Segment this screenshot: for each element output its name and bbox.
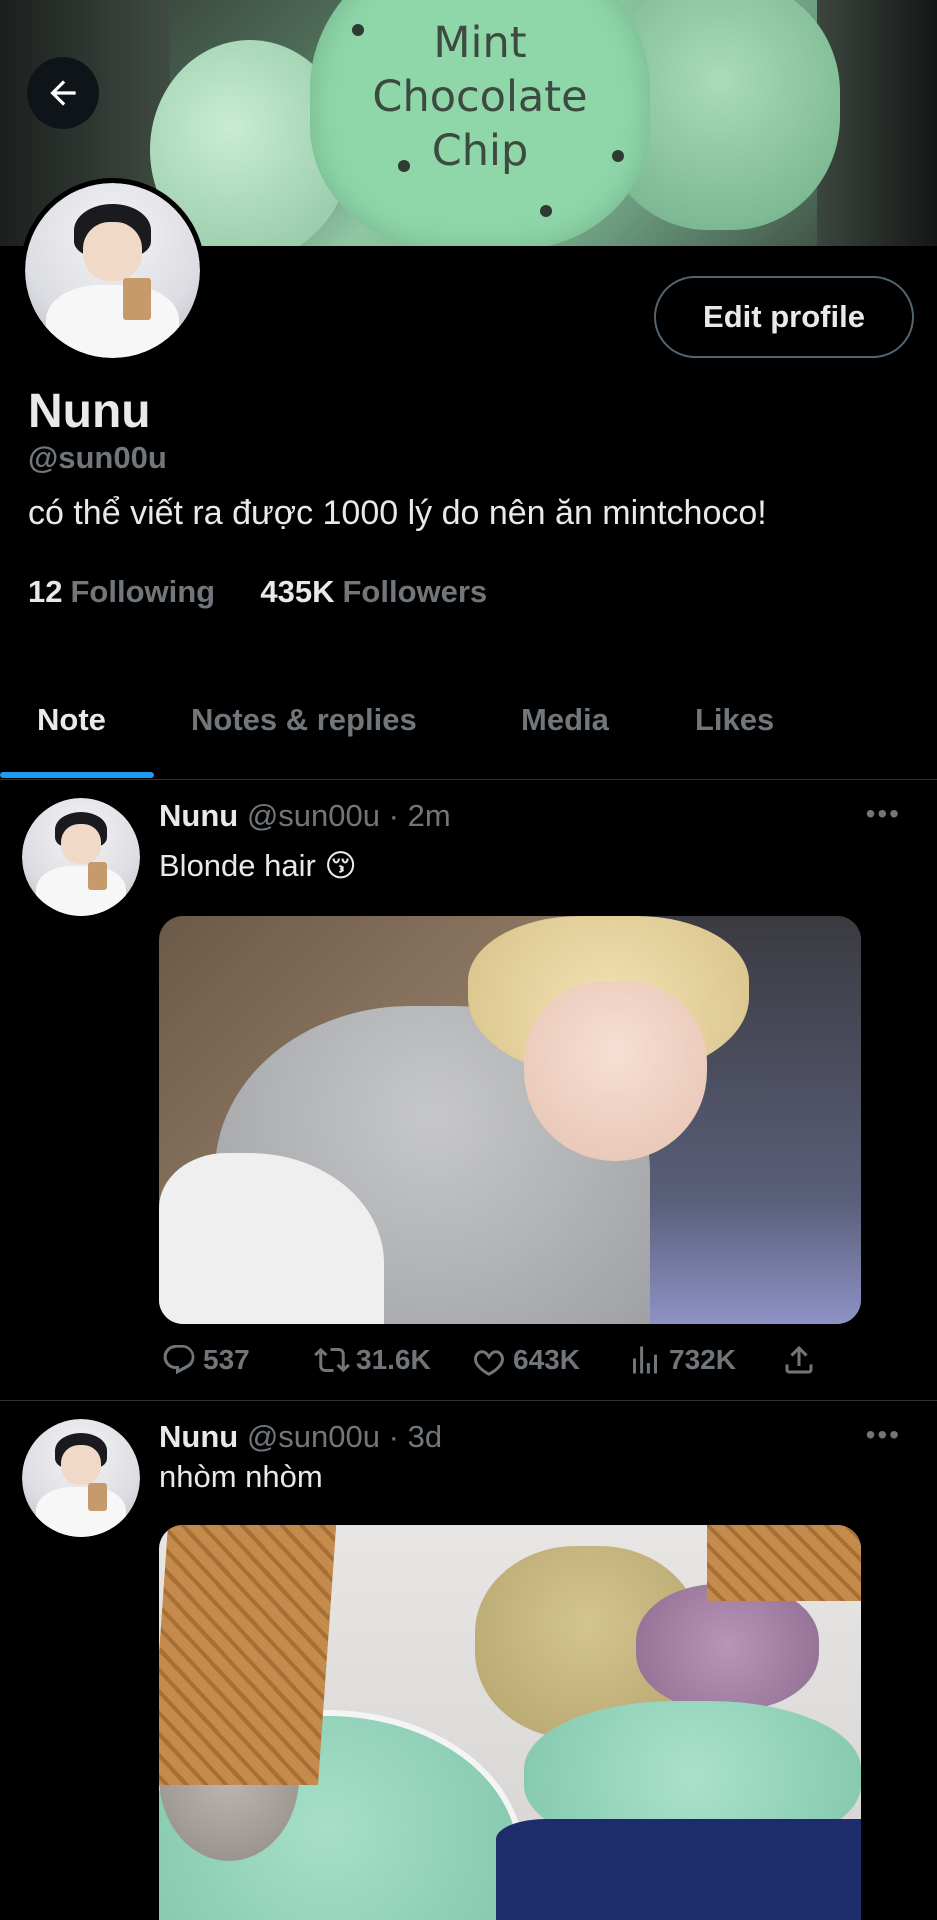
- reply-count: 537: [203, 1344, 250, 1375]
- profile-tabs: Note Notes & replies Media Likes: [0, 680, 937, 780]
- profile-handle: @sun00u: [28, 440, 167, 475]
- post-separator: ·: [388, 1419, 399, 1454]
- post-timestamp[interactable]: 2m: [408, 798, 451, 833]
- sign-line-3: Chip: [431, 126, 529, 176]
- post-author-name[interactable]: Nunu: [159, 1419, 238, 1454]
- banner-dot: [398, 160, 410, 172]
- post-header: Nunu @sun00u · 2m: [159, 798, 451, 834]
- post-image[interactable]: [159, 1525, 861, 1920]
- tab-likes[interactable]: Likes: [695, 702, 774, 738]
- profile-bio: có thể viết ra được 1000 lý do nên ăn mi…: [28, 494, 767, 532]
- repost-count: 31.6K: [356, 1344, 431, 1375]
- following-link[interactable]: 12 Following: [28, 574, 224, 609]
- arrow-left-icon: [50, 80, 76, 106]
- banner-dot: [540, 205, 552, 217]
- repost-icon: [314, 1347, 350, 1373]
- more-options-icon[interactable]: •••: [866, 1419, 901, 1451]
- tab-note[interactable]: Note: [37, 702, 106, 738]
- post-item[interactable]: Nunu @sun00u · 3d ••• nhòm nhòm: [0, 1401, 937, 1920]
- post-separator: ·: [388, 798, 399, 833]
- following-count: 12: [28, 574, 63, 609]
- reply-button[interactable]: 537: [161, 1342, 250, 1378]
- banner-dot: [612, 150, 624, 162]
- post-text: nhòm nhòm: [159, 1459, 323, 1494]
- post-header: Nunu @sun00u · 3d: [159, 1419, 442, 1455]
- views-icon: [633, 1346, 657, 1374]
- profile-name: Nunu: [28, 385, 151, 438]
- followers-count: 435K: [260, 574, 335, 609]
- like-button[interactable]: 643K: [471, 1342, 580, 1378]
- post-avatar[interactable]: [22, 1419, 140, 1537]
- views-count: 732K: [669, 1344, 736, 1375]
- post-author-name[interactable]: Nunu: [159, 798, 238, 833]
- banner-sign-text: Mint Chocolate Chip: [310, 16, 650, 178]
- edit-profile-button[interactable]: Edit profile: [654, 276, 914, 358]
- post-image[interactable]: [159, 916, 861, 1324]
- banner-dot: [352, 24, 364, 36]
- post-author-handle[interactable]: @sun00u: [247, 798, 380, 833]
- tab-notes-replies[interactable]: Notes & replies: [191, 702, 417, 738]
- followers-link[interactable]: 435K Followers: [260, 574, 487, 609]
- repost-button[interactable]: 31.6K: [314, 1342, 431, 1378]
- post-author-handle[interactable]: @sun00u: [247, 1419, 380, 1454]
- profile-avatar[interactable]: [20, 178, 205, 363]
- post-avatar[interactable]: [22, 798, 140, 916]
- more-options-icon[interactable]: •••: [866, 798, 901, 830]
- heart-icon: [474, 1350, 504, 1376]
- reply-icon: [163, 1345, 195, 1375]
- like-count: 643K: [513, 1344, 580, 1375]
- post-item[interactable]: Nunu @sun00u · 2m ••• Blonde hair 😚 537 …: [0, 780, 937, 1400]
- post-timestamp[interactable]: 3d: [408, 1419, 442, 1454]
- profile-stats: 12 Following 435K Followers: [28, 574, 487, 610]
- active-tab-indicator: [0, 772, 154, 778]
- sign-line-2: Chocolate: [372, 72, 588, 122]
- post-actions: 537 31.6K 643K 732K: [159, 1342, 819, 1386]
- views-button[interactable]: 732K: [627, 1342, 736, 1378]
- tab-media[interactable]: Media: [521, 702, 609, 738]
- share-icon: [785, 1345, 813, 1374]
- following-label: Following: [70, 574, 216, 609]
- back-button[interactable]: [27, 57, 99, 129]
- avatar-image: [25, 183, 200, 358]
- followers-label: Followers: [342, 574, 488, 609]
- share-button[interactable]: [781, 1342, 817, 1378]
- post-text: Blonde hair 😚: [159, 848, 357, 883]
